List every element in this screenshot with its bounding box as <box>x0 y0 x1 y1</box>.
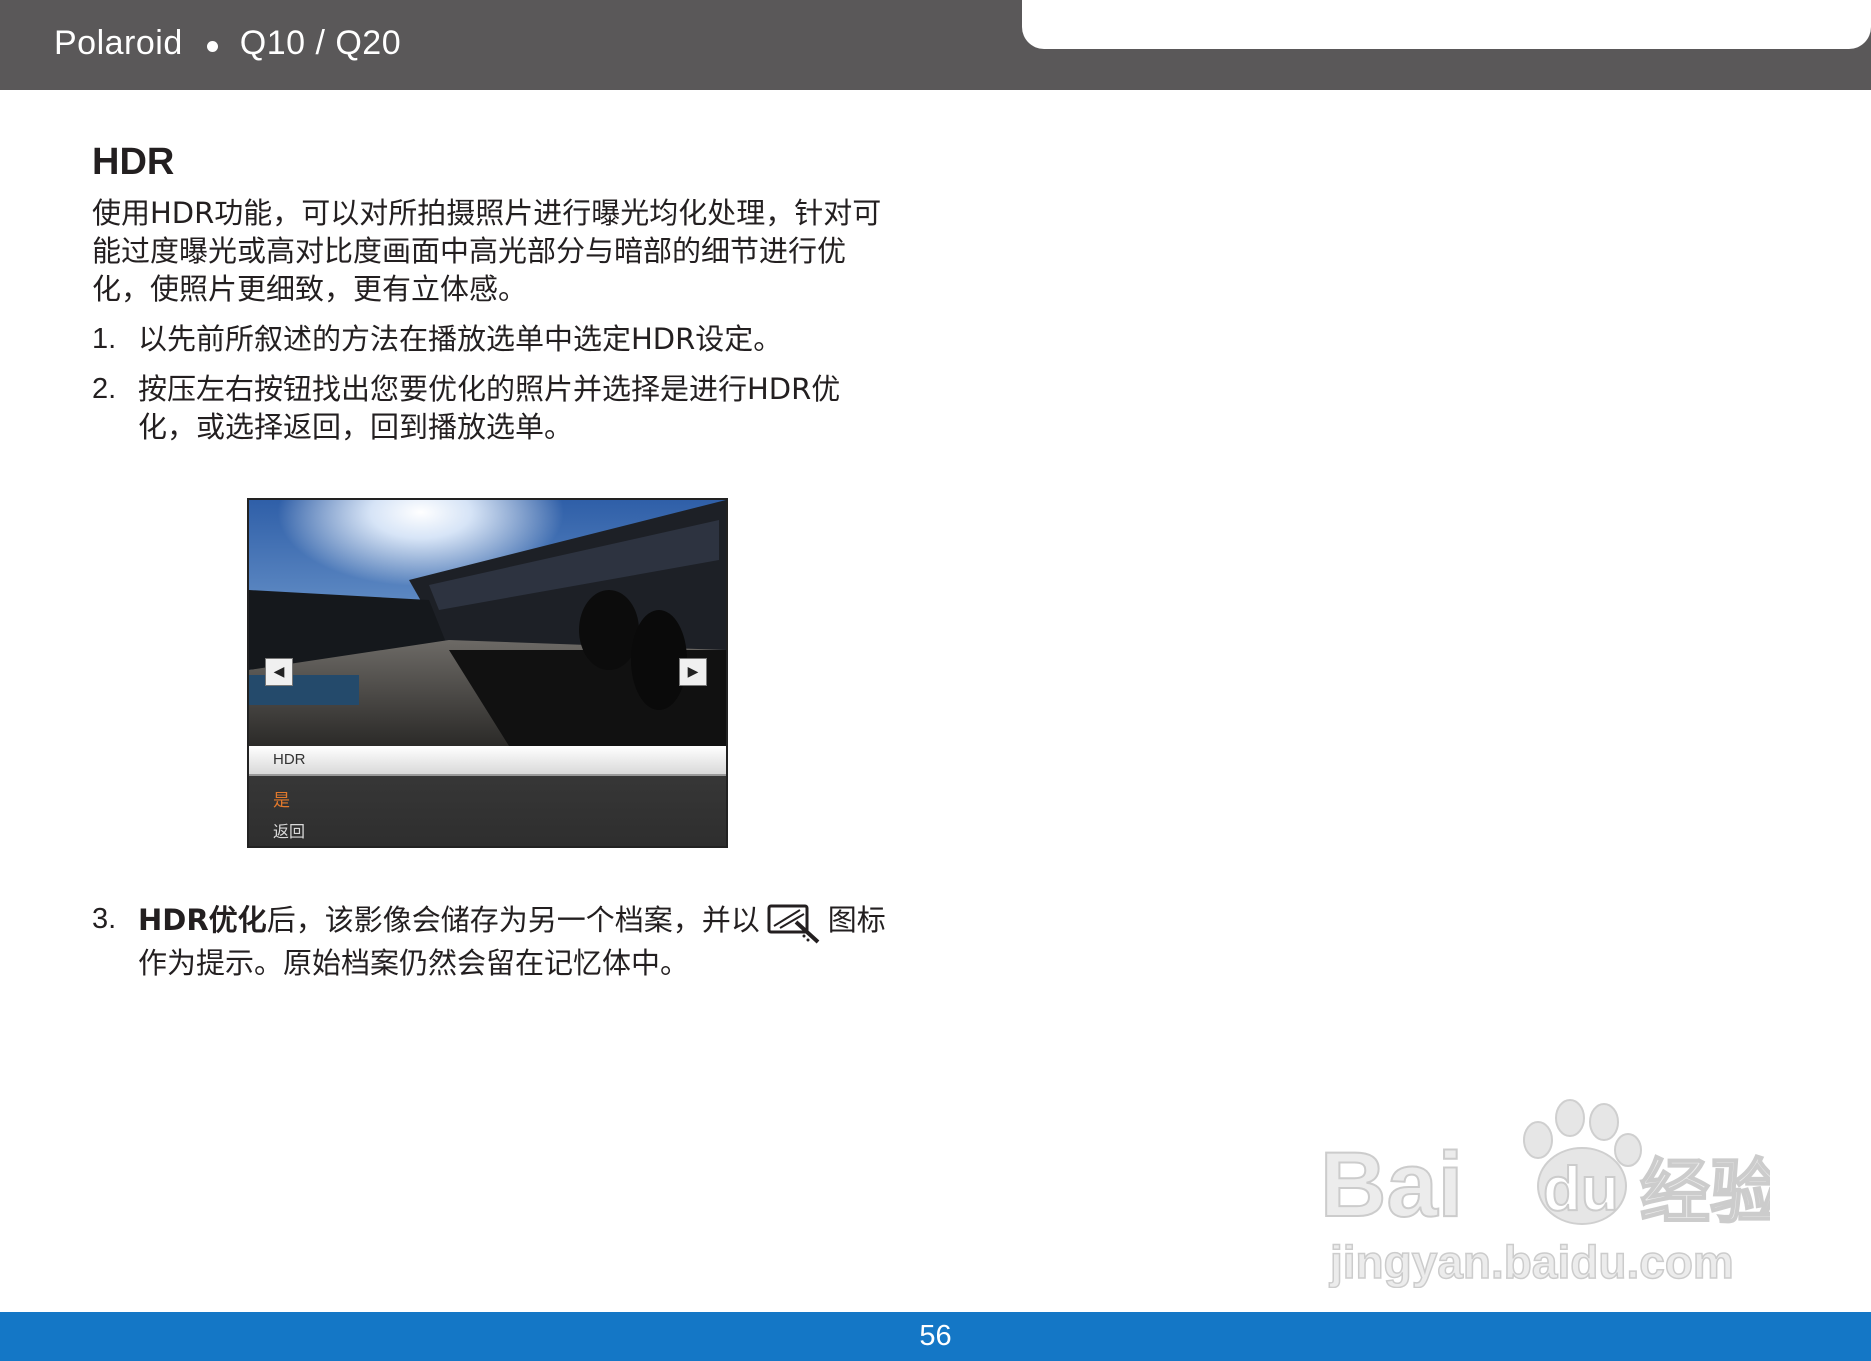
watermark-text-du: du <box>1543 1155 1619 1224</box>
model-name: Q10 / Q20 <box>239 24 402 62</box>
header-brand-line: Polaroid Q10 / Q20 <box>54 24 401 63</box>
page-header: Polaroid Q10 / Q20 <box>0 0 1871 90</box>
content-area: HDR 使用HDR功能，可以对所拍摄照片进行曝光均化处理，针对可能过度曝光或高对… <box>92 140 892 458</box>
step-3: 3. HDR优化后，该影像会储存为另一个档案，并以 图标作为提示。原始档案仍然会… <box>92 900 912 982</box>
step-2: 2. 按压左右按钮找出您要优化的照片并选择是进行HDR优化，或选择返回，回到播放… <box>92 370 892 446</box>
menu-option-yes[interactable]: 是 <box>273 786 290 811</box>
triangle-left-icon[interactable]: ◀ <box>265 658 293 686</box>
page-footer: 56 <box>0 1312 1871 1361</box>
step-3-text-before: 后，该影像会储存为另一个档案，并以 <box>266 903 760 937</box>
header-tab-shape <box>1022 0 1871 49</box>
triangle-right-icon[interactable]: ▶ <box>679 658 707 686</box>
step-number: 1. <box>92 323 117 355</box>
intro-paragraph: 使用HDR功能，可以对所拍摄照片进行曝光均化处理，针对可能过度曝光或高对比度画面… <box>92 196 882 306</box>
step-number: 3. <box>92 903 117 935</box>
baidu-jingyan-watermark: Bai du 经验 jingyan.baidu.com <box>1320 1099 1770 1288</box>
watermark-text-jingyan: 经验 <box>1640 1151 1770 1233</box>
hdr-edited-icon <box>767 904 820 944</box>
camera-screen-illustration: ◀ ▶ HDR 是 返回 <box>247 498 728 848</box>
menu-title: HDR <box>273 751 306 768</box>
menu-header-bar: HDR <box>249 746 726 776</box>
section-title: HDR <box>92 141 175 183</box>
watermark-text-bai: Bai <box>1320 1134 1463 1236</box>
bullet-dot <box>206 41 218 52</box>
page-number: 56 <box>919 1320 952 1352</box>
step-text: 以先前所叙述的方法在播放选单中选定HDR设定。 <box>138 322 783 356</box>
playback-photo <box>249 500 726 746</box>
watermark-url: jingyan.baidu.com <box>1329 1236 1734 1288</box>
menu-option-back[interactable]: 返回 <box>273 818 305 842</box>
hdr-menu: HDR 是 返回 <box>249 746 726 846</box>
step-number: 2. <box>92 373 117 405</box>
step-3-bold-text: HDR优化 <box>138 903 267 937</box>
brand-name: Polaroid <box>54 24 183 62</box>
step-1: 1. 以先前所叙述的方法在播放选单中选定HDR设定。 <box>92 320 892 358</box>
step-text: 按压左右按钮找出您要优化的照片并选择是进行HDR优化，或选择返回，回到播放选单。 <box>138 372 841 444</box>
